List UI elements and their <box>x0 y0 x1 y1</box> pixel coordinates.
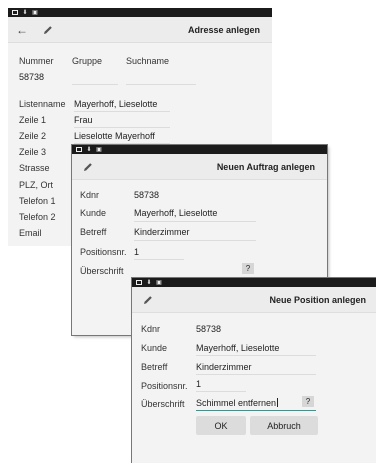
betreff-underline <box>196 374 316 375</box>
zeile-2-underline <box>74 143 170 144</box>
help-button[interactable]: ? <box>302 396 314 407</box>
label-zeile-1: Zeile 1 <box>19 115 47 125</box>
nummer-field[interactable]: 58738 <box>19 72 44 82</box>
header-nummer: Nummer <box>19 56 54 66</box>
header-suchname: Suchname <box>126 56 170 66</box>
zeile-1-field[interactable]: Frau <box>74 115 93 125</box>
image-icon <box>11 9 19 16</box>
listenname-field[interactable]: Mayerhoff, Lieselotte <box>74 99 157 109</box>
kunde-underline <box>134 221 256 222</box>
window-title: Neue Position anlegen <box>269 294 366 305</box>
positionsnr-underline <box>196 391 246 392</box>
positionsnr-underline <box>134 259 184 260</box>
download-icon: ⬇ <box>146 279 152 286</box>
betreff-field[interactable]: Kinderzimmer <box>196 362 252 372</box>
image-icon <box>135 279 143 286</box>
label-ueberschrift: Überschrift <box>141 399 185 409</box>
listenname-underline <box>74 111 170 112</box>
ueberschrift-text: Schimmel entfernen <box>196 398 277 408</box>
title-bar: ← Adresse anlegen <box>8 17 272 43</box>
label-positionsnr: Positionsnr. <box>141 381 188 391</box>
label-kdnr: Kdnr <box>80 190 100 200</box>
text-cursor <box>277 398 279 407</box>
kunde-field[interactable]: Mayerhoff, Lieselotte <box>196 343 279 353</box>
label-email: Email <box>19 228 42 238</box>
label-kunde: Kunde <box>80 208 107 218</box>
kunde-field[interactable]: Mayerhoff, Lieselotte <box>134 208 217 218</box>
ueberschrift-underline <box>196 410 316 411</box>
label-telefon-1: Telefon 1 <box>19 196 56 206</box>
label-plz-ort: PLZ, Ort <box>19 180 54 190</box>
kdnr-value: 58738 <box>134 190 160 200</box>
briefcase-icon: ▣ <box>156 279 162 286</box>
status-bar: ⬇ ▣ <box>72 145 327 154</box>
pencil-icon[interactable] <box>82 161 94 173</box>
title-bar: Neuen Auftrag anlegen <box>72 154 327 180</box>
positionsnr-field[interactable]: 1 <box>134 247 139 257</box>
status-bar: ⬇ ▣ <box>8 8 272 17</box>
kdnr-value: 58738 <box>196 324 222 334</box>
label-betreff: Betreff <box>80 227 107 237</box>
label-kunde: Kunde <box>141 343 168 353</box>
ueberschrift-field[interactable]: Schimmel entfernen <box>196 398 279 408</box>
window-title: Adresse anlegen <box>187 24 260 35</box>
label-kdnr: Kdnr <box>141 324 161 334</box>
window-title: Neuen Auftrag anlegen <box>216 161 315 172</box>
betreff-underline <box>134 240 256 241</box>
window-neue-position-anlegen: ⬇ ▣ Neue Position anlegen Kdnr 58738 Kun… <box>132 278 376 463</box>
image-icon <box>75 146 83 153</box>
label-listenname: Listenname <box>19 99 66 109</box>
arrow-left-icon[interactable]: ← <box>16 24 28 36</box>
zeile-1-underline <box>74 127 170 128</box>
briefcase-icon: ▣ <box>32 9 38 16</box>
label-strasse: Strasse <box>19 163 50 173</box>
label-zeile-2: Zeile 2 <box>19 131 47 141</box>
ok-button[interactable]: OK <box>196 416 246 435</box>
status-bar: ⬇ ▣ <box>132 278 376 287</box>
zeile-2-field[interactable]: Lieselotte Mayerhoff <box>74 131 155 141</box>
positionsnr-field[interactable]: 1 <box>196 379 201 389</box>
suchname-underline <box>126 84 196 85</box>
label-betreff: Betreff <box>141 362 168 372</box>
cancel-button[interactable]: Abbruch <box>250 416 318 435</box>
gruppe-underline <box>72 84 118 85</box>
pencil-icon[interactable] <box>142 294 154 306</box>
pencil-icon[interactable] <box>42 24 54 36</box>
download-icon: ⬇ <box>86 146 92 153</box>
briefcase-icon: ▣ <box>96 146 102 153</box>
label-positionsnr: Positionsnr. <box>80 247 127 257</box>
label-telefon-2: Telefon 2 <box>19 212 56 222</box>
header-gruppe: Gruppe <box>72 56 103 66</box>
download-icon: ⬇ <box>22 9 28 16</box>
help-button[interactable]: ? <box>242 263 254 274</box>
betreff-field[interactable]: Kinderzimmer <box>134 227 190 237</box>
label-zeile-3: Zeile 3 <box>19 147 47 157</box>
title-bar: Neue Position anlegen <box>132 287 376 313</box>
label-ueberschrift: Überschrift <box>80 266 124 276</box>
kunde-underline <box>196 355 316 356</box>
